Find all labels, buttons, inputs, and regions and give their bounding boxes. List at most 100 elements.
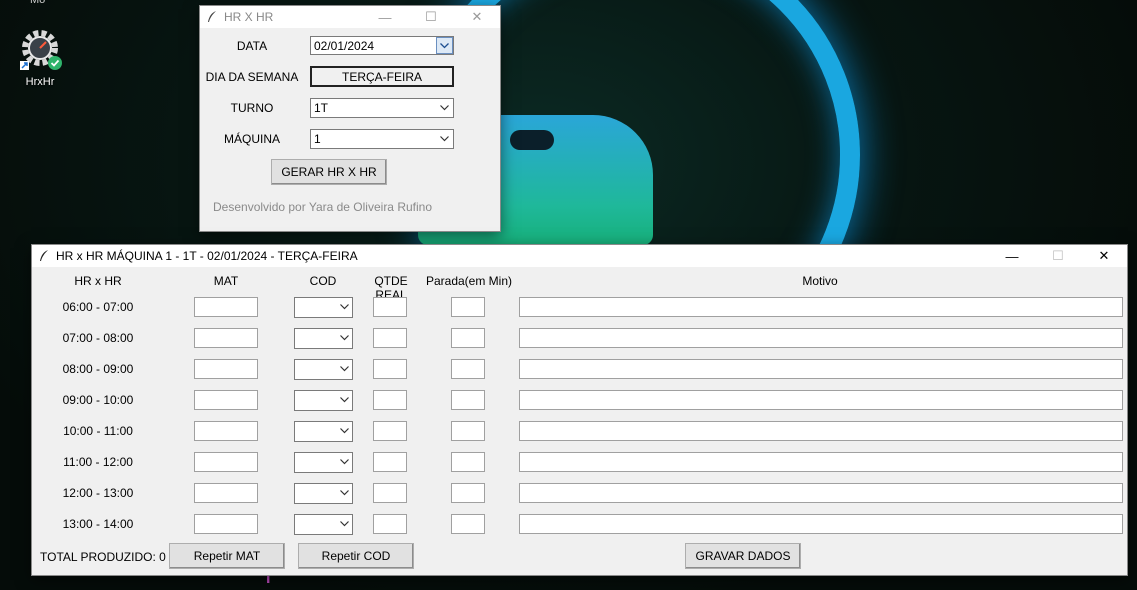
qtde-real-entry[interactable] <box>373 514 407 534</box>
repetir-mat-button[interactable]: Repetir MAT <box>169 543 285 569</box>
row-time-label: 10:00 - 11:00 <box>63 424 133 438</box>
chevron-down-icon[interactable] <box>436 37 453 54</box>
parada-entry[interactable] <box>451 421 485 441</box>
python-logo-eye <box>510 130 554 150</box>
chevron-down-icon[interactable] <box>338 455 350 469</box>
repetir-cod-button[interactable]: Repetir COD <box>298 543 414 569</box>
hr-x-hr-form-window: HR X HR — ☐ ✕ DATA 02/01/2024 DIA DA SEM… <box>199 5 501 232</box>
maquina-select[interactable]: 1 <box>310 129 454 149</box>
parada-entry[interactable] <box>451 514 485 534</box>
close-icon[interactable]: ✕ <box>454 6 500 28</box>
motivo-entry[interactable] <box>519 452 1123 472</box>
chevron-down-icon[interactable] <box>437 100 452 116</box>
cod-select[interactable] <box>294 514 353 535</box>
cod-select[interactable] <box>294 483 353 504</box>
chevron-down-icon[interactable] <box>437 131 452 147</box>
close-icon[interactable]: ✕ <box>1081 245 1127 267</box>
motivo-entry[interactable] <box>519 328 1123 348</box>
motivo-entry[interactable] <box>519 483 1123 503</box>
gerar-hr-x-hr-button[interactable]: GERAR HR X HR <box>271 159 387 185</box>
dia-semana-label: DIA DA SEMANA <box>205 70 299 84</box>
mat-entry[interactable] <box>194 452 258 472</box>
qtde-real-entry[interactable] <box>373 452 407 472</box>
feather-icon <box>38 250 50 262</box>
mat-entry[interactable] <box>194 328 258 348</box>
developer-credit: Desenvolvido por Yara de Oliveira Rufino <box>213 200 433 214</box>
data-date-picker[interactable]: 02/01/2024 <box>310 36 454 55</box>
machine-window-titlebar[interactable]: HR x HR MÁQUINA 1 - 1T - 02/01/2024 - TE… <box>32 245 1127 267</box>
header-cod: COD <box>309 274 337 288</box>
parada-entry[interactable] <box>451 328 485 348</box>
qtde-real-entry[interactable] <box>373 328 407 348</box>
desktop-icon-label-partial: Mo <box>30 0 46 6</box>
minimize-icon[interactable]: — <box>989 245 1035 267</box>
data-label: DATA <box>236 39 268 53</box>
qtde-real-entry[interactable] <box>373 390 407 410</box>
parada-entry[interactable] <box>451 390 485 410</box>
dia-semana-display: TERÇA-FEIRA <box>310 66 454 87</box>
header-hr-x-hr: HR x HR <box>74 274 122 288</box>
mat-entry[interactable] <box>194 421 258 441</box>
feather-icon <box>206 11 218 23</box>
mat-entry[interactable] <box>194 483 258 503</box>
mat-entry[interactable] <box>194 297 258 317</box>
form-window-title: HR X HR <box>224 10 274 24</box>
cod-select[interactable] <box>294 297 353 318</box>
header-parada: Parada(em Min) <box>425 274 513 288</box>
data-value: 02/01/2024 <box>314 38 375 53</box>
hr-x-hr-machine-window: HR x HR MÁQUINA 1 - 1T - 02/01/2024 - TE… <box>31 244 1128 576</box>
cod-select[interactable] <box>294 390 353 411</box>
parada-entry[interactable] <box>451 483 485 503</box>
cod-select[interactable] <box>294 328 353 349</box>
row-time-label: 11:00 - 12:00 <box>63 455 133 469</box>
chevron-down-icon[interactable] <box>338 424 350 438</box>
chevron-down-icon[interactable] <box>338 486 350 500</box>
maquina-value: 1 <box>314 132 321 146</box>
parada-entry[interactable] <box>451 452 485 472</box>
maximize-icon[interactable]: ☐ <box>408 6 454 28</box>
motivo-entry[interactable] <box>519 359 1123 379</box>
turno-select[interactable]: 1T <box>310 98 454 118</box>
qtde-real-entry[interactable] <box>373 421 407 441</box>
desktop-shortcut-label: HrxHr <box>25 76 55 88</box>
cod-select[interactable] <box>294 421 353 442</box>
motivo-entry[interactable] <box>519 421 1123 441</box>
maximize-icon[interactable]: ☐ <box>1035 245 1081 267</box>
desktop-shortcut-hrxhr[interactable]: HrxHr <box>14 28 66 88</box>
motivo-entry[interactable] <box>519 390 1123 410</box>
form-window-titlebar[interactable]: HR X HR — ☐ ✕ <box>200 6 500 28</box>
qtde-real-entry[interactable] <box>373 483 407 503</box>
turno-value: 1T <box>314 101 329 115</box>
chevron-down-icon[interactable] <box>338 517 350 531</box>
row-time-label: 07:00 - 08:00 <box>62 331 134 345</box>
row-time-label: 12:00 - 13:00 <box>62 486 134 500</box>
header-motivo: Motivo <box>802 274 838 288</box>
chevron-down-icon[interactable] <box>338 362 350 376</box>
row-time-label: 09:00 - 10:00 <box>62 393 134 407</box>
gear-app-icon <box>18 28 62 72</box>
qtde-real-entry[interactable] <box>373 297 407 317</box>
mat-entry[interactable] <box>194 390 258 410</box>
minimize-icon[interactable]: — <box>362 6 408 28</box>
header-mat: MAT <box>213 274 239 288</box>
motivo-entry[interactable] <box>519 297 1123 317</box>
row-time-label: 13:00 - 14:00 <box>62 517 134 531</box>
chevron-down-icon[interactable] <box>338 331 350 345</box>
chevron-down-icon[interactable] <box>338 300 350 314</box>
maquina-label: MÁQUINA <box>223 132 280 146</box>
turno-label: TURNO <box>230 101 274 115</box>
cod-select[interactable] <box>294 452 353 473</box>
total-produzido: TOTAL PRODUZIDO: 0 <box>40 550 166 564</box>
row-time-label: 06:00 - 07:00 <box>62 300 134 314</box>
parada-entry[interactable] <box>451 359 485 379</box>
row-time-label: 08:00 - 09:00 <box>62 362 134 376</box>
qtde-real-entry[interactable] <box>373 359 407 379</box>
gravar-dados-button[interactable]: GRAVAR DADOS <box>685 543 801 569</box>
cod-select[interactable] <box>294 359 353 380</box>
mat-entry[interactable] <box>194 514 258 534</box>
chevron-down-icon[interactable] <box>338 393 350 407</box>
parada-entry[interactable] <box>451 297 485 317</box>
machine-window-title: HR x HR MÁQUINA 1 - 1T - 02/01/2024 - TE… <box>56 249 358 263</box>
motivo-entry[interactable] <box>519 514 1123 534</box>
mat-entry[interactable] <box>194 359 258 379</box>
